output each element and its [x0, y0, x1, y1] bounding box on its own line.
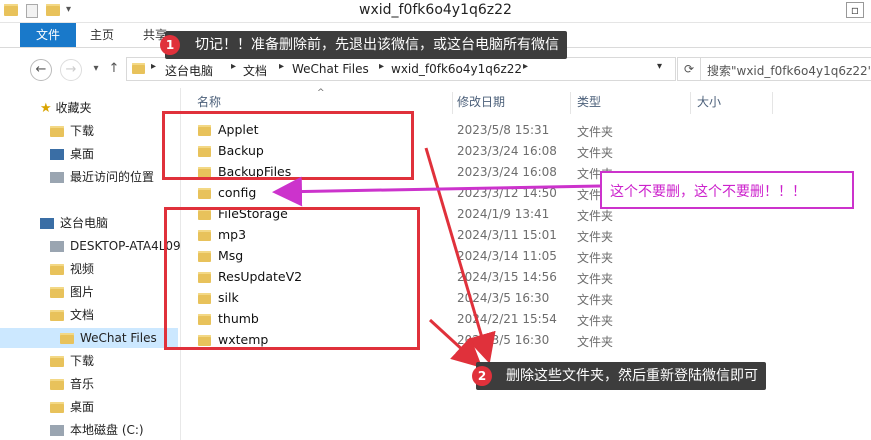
arrow-to-callout-2: [428, 318, 483, 369]
callout-1: 切记！！准备删除前，先退出该微信，或这台电脑所有微信: [165, 31, 567, 59]
step-badge-1: 1: [160, 35, 180, 55]
keep-folder-note: 这个不要删，这个不要删！！！: [600, 171, 854, 209]
callout-1-text: 切记！！准备删除前，先退出该微信，或这台电脑所有微信: [195, 37, 559, 53]
keep-folder-note-text: 这个不要删，这个不要删！！！: [610, 184, 806, 200]
step-badge-2: 2: [472, 366, 492, 386]
callout-2: 删除这些文件夹，然后重新登陆微信即可: [476, 362, 766, 390]
callout-2-text: 删除这些文件夹，然后重新登陆微信即可: [506, 368, 758, 384]
